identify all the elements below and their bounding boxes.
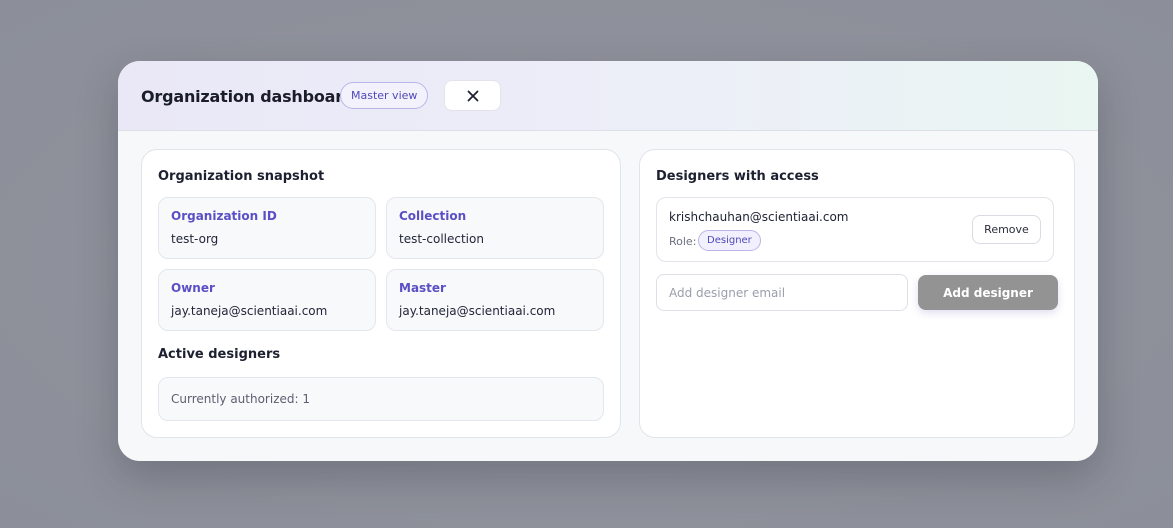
- organization-id-label: Organization ID: [171, 209, 277, 223]
- modal-header: Organization dashboard Master view: [118, 61, 1098, 131]
- organization-id-card: Organization ID test-org: [158, 197, 376, 259]
- designers-access-panel: Designers with access krishchauhan@scien…: [639, 149, 1075, 438]
- owner-label: Owner: [171, 281, 215, 295]
- remove-button[interactable]: Remove: [972, 215, 1041, 244]
- master-card: Master jay.taneja@scientiaai.com: [386, 269, 604, 331]
- close-icon: [467, 90, 478, 101]
- designer-email: krishchauhan@scientiaai.com: [669, 210, 849, 224]
- organization-snapshot-panel: Organization snapshot Organization ID te…: [141, 149, 621, 438]
- master-view-badge: Master view: [340, 82, 429, 109]
- close-button[interactable]: [444, 80, 501, 111]
- role-badge: Designer: [698, 230, 761, 251]
- collection-card: Collection test-collection: [386, 197, 604, 259]
- list-item: krishchauhan@scientiaai.com Role: Design…: [656, 197, 1054, 262]
- master-value: jay.taneja@scientiaai.com: [399, 304, 556, 318]
- designer-email-input[interactable]: [656, 274, 908, 311]
- active-designers-title: Active designers: [158, 347, 281, 362]
- designers-access-title: Designers with access: [656, 169, 819, 184]
- add-designer-button[interactable]: Add designer: [918, 275, 1058, 310]
- organization-snapshot-title: Organization snapshot: [158, 169, 325, 184]
- organization-dashboard-modal: Organization dashboard Master view Organ…: [118, 61, 1098, 461]
- collection-label: Collection: [399, 209, 467, 223]
- modal-body: Organization snapshot Organization ID te…: [118, 131, 1098, 461]
- master-label: Master: [399, 281, 446, 295]
- organization-id-value: test-org: [171, 232, 219, 246]
- collection-value: test-collection: [399, 232, 484, 246]
- owner-value: jay.taneja@scientiaai.com: [171, 304, 328, 318]
- role-label: Role:: [669, 235, 697, 248]
- modal-title: Organization dashboard: [141, 87, 355, 106]
- authorized-count-box: Currently authorized: 1: [158, 377, 604, 421]
- authorized-count-text: Currently authorized: 1: [171, 392, 310, 406]
- owner-card: Owner jay.taneja@scientiaai.com: [158, 269, 376, 331]
